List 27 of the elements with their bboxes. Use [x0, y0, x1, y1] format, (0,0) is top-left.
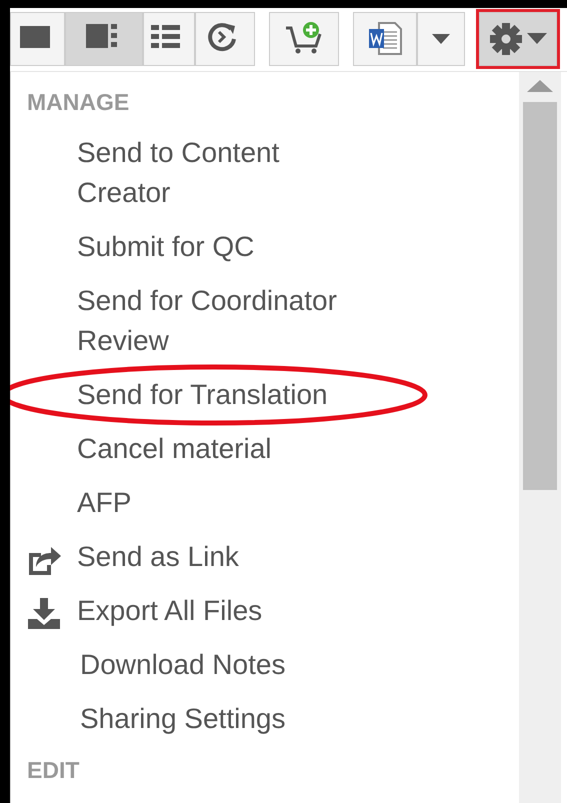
toolbar-button[interactable] — [65, 12, 143, 66]
scrollbar-thumb[interactable] — [523, 102, 557, 490]
toolbar-button[interactable] — [269, 12, 339, 66]
menu-item[interactable]: Send for Translation — [11, 368, 519, 422]
scrollbar[interactable] — [519, 72, 561, 803]
menu-item[interactable]: Send as Link — [11, 530, 519, 584]
menu-section-header: MANAGE — [26, 88, 130, 117]
dropdown-toggle-button[interactable] — [417, 12, 465, 66]
menu-section-header: EDIT — [26, 756, 80, 785]
menu-item[interactable]: Send to Content Creator — [11, 126, 519, 220]
word-document-icon — [367, 22, 403, 56]
menu-item[interactable]: Cancel material — [11, 422, 519, 476]
toolbar-button[interactable] — [195, 12, 255, 66]
caret-icon — [432, 34, 450, 44]
toolbar-button[interactable] — [10, 12, 65, 66]
menu-item[interactable]: Sharing Settings — [11, 692, 519, 746]
menu-item[interactable]: Download Notes — [11, 638, 519, 692]
menu-item[interactable]: AFP — [11, 476, 519, 530]
gear-icon — [489, 22, 523, 56]
toolbar-button[interactable] — [353, 12, 417, 66]
menu-item[interactable]: Export All Files — [11, 584, 519, 638]
download-icon — [27, 597, 61, 630]
toolbar-button[interactable] — [143, 12, 195, 66]
cart-add-icon — [286, 22, 322, 56]
caret-icon — [527, 32, 547, 44]
menu-item[interactable]: Send for Coordinator Review — [11, 274, 519, 368]
menu-item[interactable]: Submit for QC — [11, 220, 519, 274]
